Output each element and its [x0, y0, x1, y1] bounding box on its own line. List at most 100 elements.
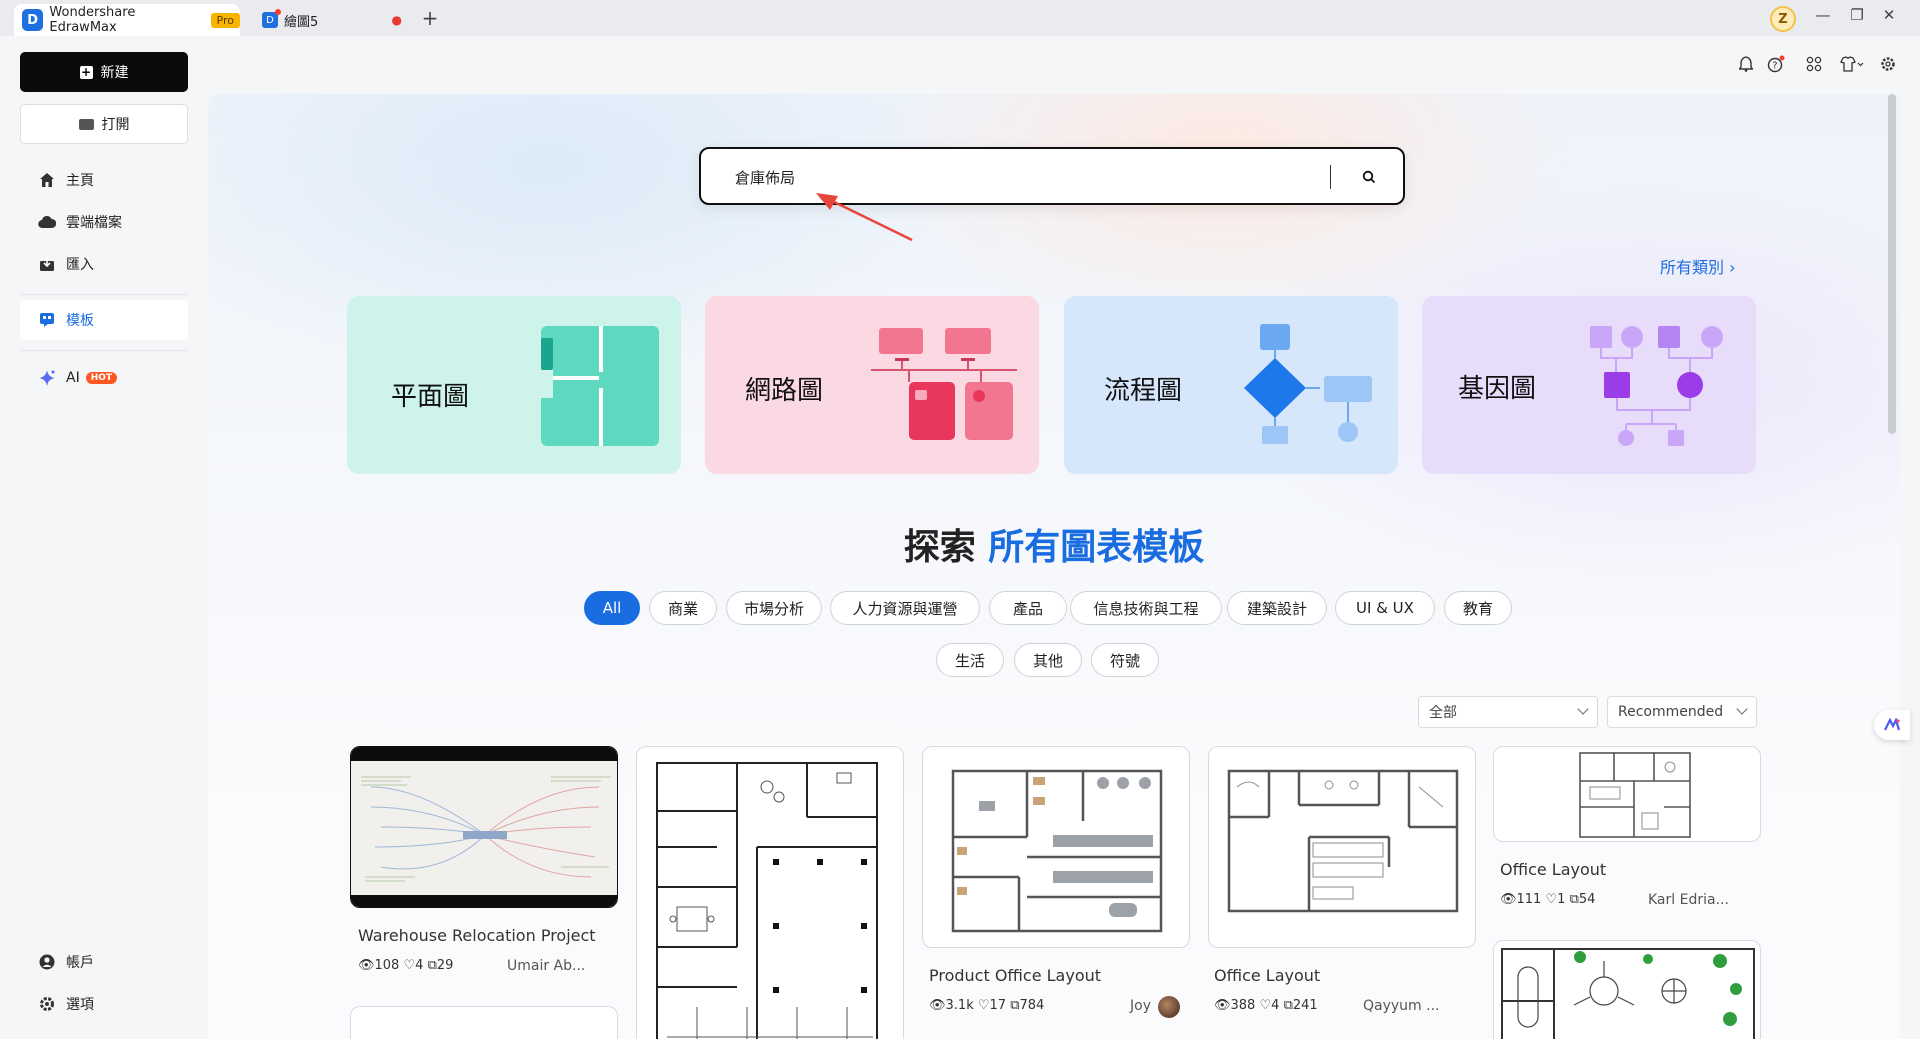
- chip-all[interactable]: All: [584, 591, 640, 625]
- chip-symbols[interactable]: 符號: [1091, 643, 1159, 677]
- chip-ui-ux[interactable]: UI & UX: [1335, 591, 1435, 625]
- sidebar-item-home[interactable]: 主頁: [20, 160, 188, 200]
- chip-architecture[interactable]: 建築設計: [1227, 591, 1327, 625]
- explore-highlight: 所有圖表模板: [988, 527, 1205, 568]
- tab-app-home[interactable]: D Wondershare EdrawMax Pro: [14, 4, 240, 36]
- sidebar-item-label: 選項: [66, 997, 94, 1013]
- view-count: 388: [1230, 998, 1256, 1013]
- open-button[interactable]: 打開: [20, 104, 188, 144]
- sidebar-item-label: 模板: [66, 313, 94, 329]
- main-scrollbar[interactable]: [1888, 94, 1896, 1039]
- copy-icon: ⧉: [427, 958, 437, 973]
- flowchart-illustration-icon: [1244, 324, 1372, 444]
- avatar[interactable]: [1158, 996, 1180, 1018]
- bell-icon[interactable]: [1736, 54, 1756, 74]
- view-count: 3.1k: [945, 998, 974, 1013]
- chip-product[interactable]: 產品: [989, 591, 1067, 625]
- template-card[interactable]: [922, 746, 1190, 948]
- plus-icon: +: [79, 64, 93, 79]
- search-bar[interactable]: [699, 147, 1405, 205]
- template-stats: 👁111 ♡1 ⧉54: [1500, 892, 1595, 907]
- open-button-label: 打開: [101, 117, 130, 133]
- sidebar-item-templates[interactable]: 模板: [20, 300, 188, 340]
- heart-icon: ♡: [977, 998, 990, 1013]
- tab-drawing[interactable]: D 繪圖5 ●: [258, 4, 410, 36]
- chip-hr-operations[interactable]: 人力資源與運營: [830, 591, 980, 625]
- svg-text:?: ?: [1772, 61, 1777, 72]
- eye-icon: 👁: [1500, 892, 1517, 907]
- pro-badge: Pro: [210, 12, 240, 28]
- view-count: 111: [1516, 892, 1542, 907]
- edrawmax-logo-icon: D: [22, 9, 44, 31]
- help-icon[interactable]: ?: [1766, 54, 1786, 74]
- sidebar-item-label: 帳戶: [66, 955, 94, 971]
- chip-education[interactable]: 教育: [1444, 591, 1512, 625]
- template-author[interactable]: Joy: [1130, 998, 1151, 1014]
- category-card-title: 流程圖: [1104, 376, 1183, 406]
- sort-dropdown-value: Recommended: [1618, 704, 1724, 720]
- template-card[interactable]: [350, 746, 618, 908]
- sidebar-item-account[interactable]: 帳戶: [20, 942, 188, 982]
- gear-icon[interactable]: [1878, 54, 1898, 74]
- sidebar-item-ai[interactable]: AI HOT: [20, 358, 188, 398]
- heart-icon: ♡: [403, 958, 416, 973]
- template-card[interactable]: [350, 1006, 618, 1039]
- copy-count: 784: [1019, 998, 1045, 1013]
- sidebar-item-label: AI: [66, 370, 80, 386]
- new-button[interactable]: + 新建: [20, 52, 188, 92]
- sidebar-item-import[interactable]: 匯入: [20, 244, 188, 284]
- like-count: 4: [1271, 998, 1280, 1013]
- chip-it-engineering[interactable]: 信息技術與工程: [1070, 591, 1222, 625]
- sidebar-item-options[interactable]: 選項: [20, 984, 188, 1024]
- sidebar: + 新建 打開 主頁 雲端檔案 匯入 模板 AI HOT 帳戶 選項: [0, 36, 208, 1039]
- title-bar: D Wondershare EdrawMax Pro D 繪圖5 ● + Z —…: [0, 0, 1920, 36]
- sidebar-divider: [20, 350, 188, 351]
- user-avatar[interactable]: Z: [1770, 6, 1796, 32]
- minimize-button[interactable]: —: [1810, 6, 1836, 24]
- import-icon: [38, 255, 56, 273]
- new-tab-button[interactable]: +: [418, 6, 442, 30]
- explore-heading: 探索 所有圖表模板: [208, 518, 1900, 570]
- template-author[interactable]: Qayyum ...: [1363, 998, 1439, 1014]
- search-icon[interactable]: [1357, 165, 1381, 189]
- all-categories-link[interactable]: 所有類別 ›: [1660, 254, 1736, 278]
- restore-button[interactable]: ❐: [1844, 6, 1870, 24]
- home-icon: [38, 171, 56, 189]
- category-card-floor-plan[interactable]: 平面圖: [347, 296, 681, 474]
- template-title[interactable]: Warehouse Relocation Project: [358, 926, 596, 945]
- template-author[interactable]: Umair Ab...: [507, 958, 585, 974]
- sidebar-item-cloud[interactable]: 雲端檔案: [20, 202, 188, 242]
- shirt-theme-icon[interactable]: [1838, 54, 1866, 74]
- category-card-genogram[interactable]: 基因圖: [1422, 296, 1756, 474]
- scope-dropdown[interactable]: 全部: [1418, 696, 1598, 728]
- category-card-network[interactable]: 網路圖: [705, 296, 1039, 474]
- copy-icon: ⧉: [1283, 998, 1293, 1013]
- sidebar-item-label: 主頁: [66, 173, 94, 189]
- sidebar-divider: [20, 294, 188, 295]
- template-title[interactable]: Product Office Layout: [929, 966, 1101, 985]
- template-title[interactable]: Office Layout: [1214, 966, 1320, 985]
- template-card[interactable]: [1493, 940, 1761, 1039]
- template-author[interactable]: Karl Edria...: [1648, 892, 1729, 908]
- office-plan-thumbnail: [1579, 752, 1691, 838]
- sort-dropdown[interactable]: Recommended: [1607, 696, 1757, 728]
- close-button[interactable]: ✕: [1876, 6, 1902, 24]
- scrollbar-thumb[interactable]: [1888, 94, 1896, 434]
- new-button-label: 新建: [100, 65, 129, 81]
- apps-icon[interactable]: [1804, 54, 1824, 74]
- template-title[interactable]: Office Layout: [1500, 860, 1606, 879]
- search-input[interactable]: [735, 165, 1295, 189]
- chip-market-analysis[interactable]: 市場分析: [726, 591, 822, 625]
- template-card[interactable]: [1208, 746, 1476, 948]
- main-panel: 所有類別 › 平面圖 網路圖 流程圖: [208, 94, 1900, 1039]
- ai-assistant-float-icon[interactable]: [1874, 710, 1910, 740]
- template-card[interactable]: [636, 746, 904, 1039]
- chip-other[interactable]: 其他: [1014, 643, 1082, 677]
- office-plan-thumbnail: [1227, 769, 1459, 913]
- template-card[interactable]: [1493, 746, 1761, 842]
- chip-business[interactable]: 商業: [649, 591, 717, 625]
- sidebar-item-label: 雲端檔案: [66, 215, 122, 231]
- chip-life[interactable]: 生活: [936, 643, 1004, 677]
- category-card-flowchart[interactable]: 流程圖: [1064, 296, 1398, 474]
- ai-sparkle-icon: [38, 369, 56, 387]
